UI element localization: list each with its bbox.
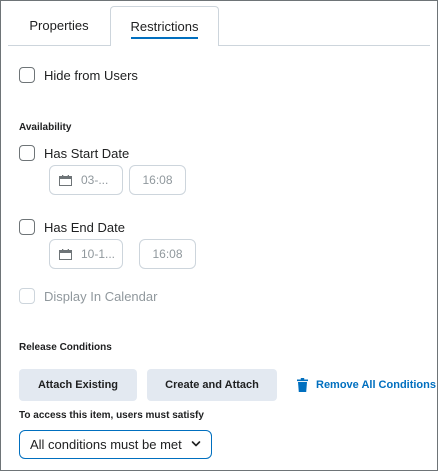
has-end-date-label: Has End Date [44,219,125,235]
end-date-input[interactable]: 10-1... [49,239,123,269]
end-time-value: 16:08 [152,247,183,261]
attach-existing-button[interactable]: Attach Existing [19,369,137,401]
start-time-input[interactable]: 16:08 [129,165,186,195]
display-in-calendar-label: Display In Calendar [44,288,158,304]
hide-from-users-label: Hide from Users [44,67,138,83]
tab-restrictions-label: Restrictions [130,18,199,34]
has-start-date-checkbox[interactable] [19,145,35,161]
end-date-row: Has End Date [19,219,125,235]
start-date-input[interactable]: 03-... [49,165,123,195]
active-tab-indicator [131,37,198,39]
remove-all-conditions-label: Remove All Conditions [316,379,436,391]
tab-properties-label: Properties [29,18,89,33]
remove-all-conditions-link[interactable]: Remove All Conditions [297,369,436,401]
trash-icon [297,378,308,392]
hide-from-users-row: Hide from Users [19,67,138,83]
display-in-calendar-checkbox[interactable] [19,288,35,304]
display-in-calendar-row: Display In Calendar [19,288,157,304]
tab-divider [8,45,430,46]
calendar-icon [59,248,72,260]
availability-heading: Availability [19,122,72,133]
tab-restrictions[interactable]: Restrictions [110,6,219,46]
satisfy-label: To access this item, users must satisfy [19,410,204,421]
conditions-select[interactable]: All conditions must be met [19,430,212,459]
chevron-down-icon [191,441,201,447]
tab-properties[interactable]: Properties [8,6,110,45]
end-date-value: 10-1... [81,247,116,261]
create-and-attach-button[interactable]: Create and Attach [147,369,277,401]
has-end-date-checkbox[interactable] [19,219,35,235]
end-time-input[interactable]: 16:08 [139,239,196,269]
has-start-date-label: Has Start Date [44,145,130,161]
start-time-value: 16:08 [142,173,173,187]
start-date-value: 03-... [81,173,109,187]
calendar-icon [59,174,72,186]
tab-divider-gap [111,45,218,46]
release-conditions-heading: Release Conditions [19,342,112,353]
hide-from-users-checkbox[interactable] [19,67,35,83]
conditions-select-value: All conditions must be met [30,437,182,452]
start-date-row: Has Start Date [19,145,129,161]
